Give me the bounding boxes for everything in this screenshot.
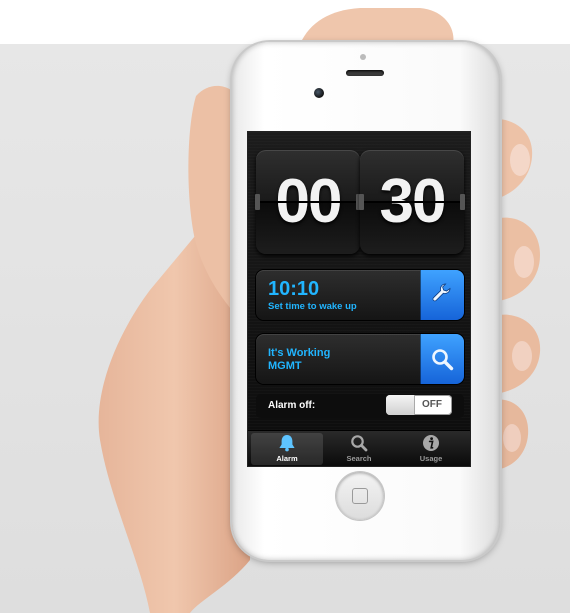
earpiece-speaker — [346, 70, 384, 76]
station-line-2: MGMT — [268, 360, 302, 372]
info-icon — [423, 435, 439, 451]
alarm-settings-button[interactable] — [420, 270, 464, 320]
flip-hinge — [359, 194, 364, 210]
wrench-icon — [432, 283, 451, 302]
search-icon — [432, 349, 454, 371]
alarm-toggle-switch[interactable]: OFF — [386, 395, 452, 415]
alarm-toggle-row: Alarm off: OFF — [256, 394, 464, 418]
tab-usage[interactable]: Usage — [395, 431, 467, 466]
flip-split-line — [360, 201, 464, 203]
tab-alarm[interactable]: Alarm — [251, 433, 323, 465]
alarm-toggle-state: OFF — [422, 399, 442, 410]
flip-hinge — [460, 194, 465, 210]
flip-clock-minutes: 30 — [359, 150, 465, 254]
flip-hinge — [255, 194, 260, 210]
station-line-1: It's Working — [268, 347, 331, 359]
home-button[interactable] — [336, 472, 384, 520]
front-camera — [314, 88, 324, 98]
tab-bar: Alarm Search Usage — [248, 430, 470, 466]
tab-alarm-label: Alarm — [276, 454, 298, 463]
alarm-time-subtitle: Set time to wake up — [268, 301, 357, 312]
flip-clock-hours: 00 — [255, 150, 361, 254]
tab-search[interactable]: Search — [323, 431, 395, 466]
station-search-button[interactable] — [420, 334, 464, 384]
alarm-toggle-label: Alarm off: — [268, 400, 316, 411]
toggle-knob[interactable] — [386, 395, 415, 415]
search-icon — [351, 435, 368, 452]
tab-search-label: Search — [346, 454, 372, 463]
alarm-time-panel[interactable]: 10:10 Set time to wake up — [256, 270, 464, 320]
app-screen: 00 30 10:10 Set time to wake up It's Wor… — [248, 132, 470, 466]
alarm-time-value: 10:10 — [268, 278, 320, 300]
station-panel[interactable]: It's Working MGMT — [256, 334, 464, 384]
bell-icon — [279, 435, 295, 452]
home-square-icon — [352, 488, 368, 504]
tab-usage-label: Usage — [419, 454, 443, 463]
proximity-sensor — [360, 54, 366, 60]
flip-split-line — [256, 201, 360, 203]
